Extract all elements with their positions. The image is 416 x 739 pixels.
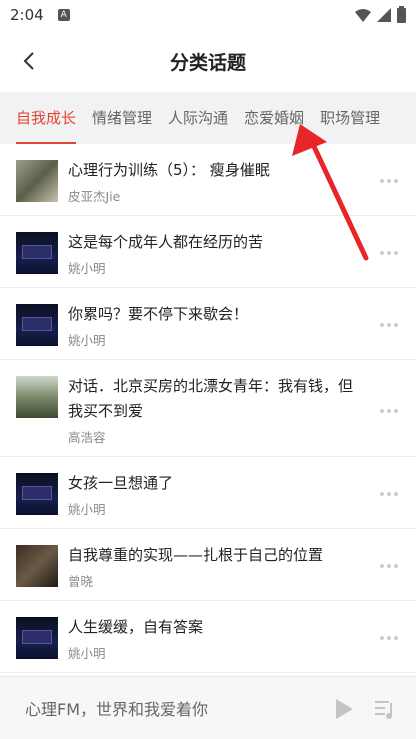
list-item[interactable]: 这是每个成年人都在经历的苦 姚小明 [0,216,416,288]
item-author: 姚小明 [68,646,106,661]
playlist-icon[interactable] [374,699,396,719]
item-author: 姚小明 [68,261,106,276]
item-author: 皮亚杰Jie [68,189,121,204]
item-title: 人生缓缓，自有答案 [68,618,204,636]
signal-icon [377,8,391,22]
item-author: 高浩容 [68,430,106,445]
item-author: 姚小明 [68,333,106,348]
more-icon[interactable] [380,633,402,643]
item-author: 曾晓 [68,574,94,589]
item-thumbnail [16,160,58,202]
category-tabs: 自我成长 情绪管理 人际沟通 恋爱婚姻 职场管理 [0,92,416,144]
item-title: 女孩一旦想通了 [68,474,174,492]
wifi-icon [355,8,371,22]
topic-list: 心理行为训练（5）： 瘦身催眠 皮亚杰Jie 这是每个成年人都在经历的苦 姚小明… [0,144,416,673]
play-icon[interactable] [334,698,354,720]
status-time: 2:04 [10,6,44,24]
more-icon[interactable] [380,561,402,571]
item-thumbnail [16,545,58,587]
tab-interpersonal[interactable]: 人际沟通 [160,92,236,144]
chevron-left-icon [23,52,34,70]
status-icons [355,5,406,23]
back-button[interactable] [14,46,44,76]
item-author: 姚小明 [68,502,106,517]
title-bar: 分类话题 [0,30,416,92]
list-item[interactable]: 你累吗？要不停下来歇会！ 姚小明 [0,288,416,360]
item-thumbnail [16,232,58,274]
item-title: 对话．北京买房的北漂女青年：我有钱，但我买不到爱 [68,377,354,420]
list-item[interactable]: 心理行为训练（5）： 瘦身催眠 皮亚杰Jie [0,144,416,216]
page-title: 分类话题 [169,51,246,74]
item-title: 心理行为训练（5）： 瘦身催眠 [68,161,270,179]
more-icon[interactable] [380,248,402,258]
tab-self-growth[interactable]: 自我成长 [8,92,84,144]
notification-icon: A [57,9,70,21]
player-title: 心理FM，世界和我爱着你 [25,700,209,719]
more-icon[interactable] [380,176,402,186]
mini-player[interactable]: 心理FM，世界和我爱着你 [0,676,416,739]
tab-love-marriage[interactable]: 恋爱婚姻 [236,92,312,144]
tab-emotion-management[interactable]: 情绪管理 [84,92,160,144]
item-thumbnail [16,473,58,515]
more-icon[interactable] [380,320,402,330]
list-item[interactable]: 人生缓缓，自有答案 姚小明 [0,601,416,673]
item-thumbnail [16,617,58,659]
more-icon[interactable] [380,489,402,499]
more-icon[interactable] [380,406,402,416]
list-item[interactable]: 女孩一旦想通了 姚小明 [0,457,416,529]
tab-workplace[interactable]: 职场管理 [312,92,388,144]
item-thumbnail [16,376,58,418]
item-title: 这是每个成年人都在经历的苦 [68,233,264,251]
item-title: 你累吗？要不停下来歇会！ [68,305,249,323]
list-item[interactable]: 对话．北京买房的北漂女青年：我有钱，但我买不到爱 高浩容 [0,360,416,457]
status-bar: 2:04 A [0,0,416,30]
battery-icon [397,5,406,23]
list-item[interactable]: 自我尊重的实现——扎根于自己的位置 曾晓 [0,529,416,601]
item-title: 自我尊重的实现——扎根于自己的位置 [68,546,324,564]
item-thumbnail [16,304,58,346]
